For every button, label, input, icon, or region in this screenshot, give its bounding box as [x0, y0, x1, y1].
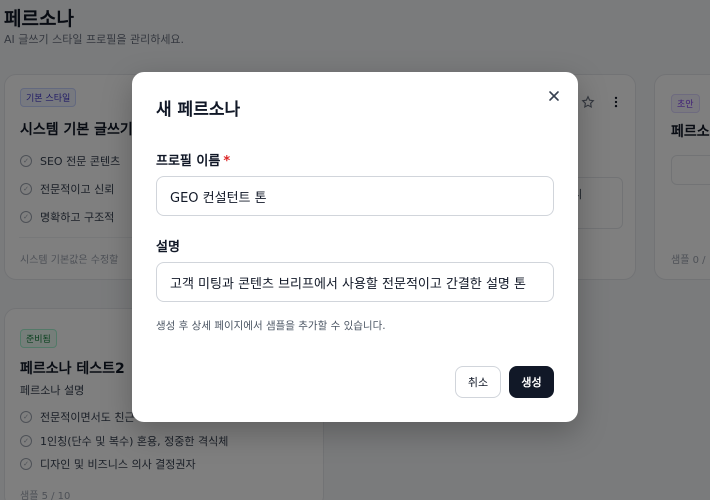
cancel-button[interactable]: 취소: [455, 366, 501, 398]
description-input[interactable]: [156, 262, 554, 302]
new-persona-dialog: 새 페르소나 프로필 이름* 설명 생성 후 상세 페이지에서 샘플을 추가할 …: [132, 72, 578, 422]
profile-name-label: 프로필 이름 *: [156, 154, 231, 169]
dialog-title: 새 페르소나: [156, 100, 241, 120]
profile-name-input[interactable]: [156, 176, 554, 216]
close-icon[interactable]: [546, 88, 562, 104]
required-mark: *: [223, 154, 231, 169]
create-button[interactable]: 생성: [509, 366, 554, 398]
close-button[interactable]: [546, 88, 562, 104]
description-label: 설명: [156, 240, 180, 255]
helper-text: 생성 후 상세 페이지에서 샘플을 추가할 수 있습니다.: [156, 320, 386, 332]
